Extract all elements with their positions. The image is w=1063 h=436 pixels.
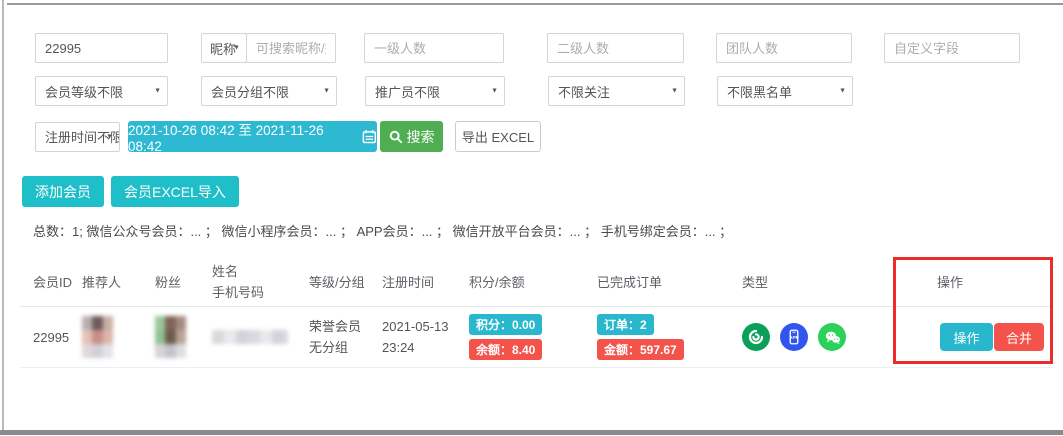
cell-referrer bbox=[82, 316, 155, 358]
export-excel-button[interactable]: 导出 EXCEL bbox=[455, 121, 541, 152]
nickname-search-input[interactable] bbox=[246, 33, 336, 63]
member-count-summary: 总数：1; 微信公众号会员：... ； 微信小程序会员：... ； APP会员：… bbox=[33, 221, 732, 240]
nickname-type-select[interactable]: 昵称 ▼ bbox=[201, 33, 247, 63]
date-range-value: 2021-10-26 08:42 至 2021-11-26 08:42 bbox=[128, 119, 356, 154]
cell-points-balance: 积分：0.00 余额：8.40 bbox=[469, 314, 597, 360]
referrer-avatar[interactable] bbox=[82, 316, 113, 358]
add-member-button[interactable]: 添加会员 bbox=[22, 176, 104, 207]
header-points-balance: 积分/余额 bbox=[469, 272, 597, 291]
team-count-input[interactable] bbox=[716, 33, 852, 63]
operation-button[interactable]: 操作 bbox=[940, 323, 993, 351]
promoter-value: 推广员不限 bbox=[375, 82, 440, 101]
member-level-select[interactable]: 会员等级不限 ▼ bbox=[35, 76, 168, 106]
search-button[interactable]: 搜索 bbox=[380, 121, 443, 152]
blacklist-value: 不限黑名单 bbox=[727, 82, 792, 101]
chevron-down-icon: ▼ bbox=[106, 133, 113, 140]
header-referrer: 推荐人 bbox=[82, 272, 155, 291]
chevron-down-icon: ▼ bbox=[233, 45, 240, 52]
level2-count-input[interactable] bbox=[547, 33, 684, 63]
promoter-select[interactable]: 推广员不限 ▼ bbox=[365, 76, 505, 106]
filter-row-1: 昵称 ▼ bbox=[35, 33, 1020, 63]
official-account-icon bbox=[742, 323, 770, 351]
calendar-icon bbox=[362, 129, 377, 144]
member-group-value: 会员分组不限 bbox=[211, 82, 289, 101]
search-button-label: 搜索 bbox=[407, 127, 435, 147]
cell-type: APP bbox=[742, 323, 917, 351]
chevron-down-icon: ▼ bbox=[671, 88, 678, 95]
level1-count-input[interactable] bbox=[364, 33, 504, 63]
orders-badge: 订单：2 bbox=[597, 314, 654, 335]
cell-name-phone bbox=[212, 330, 309, 344]
cell-level-group: 荣誉会员 无分组 bbox=[309, 316, 382, 358]
member-level: 荣誉会员 bbox=[309, 316, 382, 337]
member-id-input[interactable] bbox=[35, 33, 168, 63]
header-phone: 手机号码 bbox=[212, 282, 309, 303]
amount-badge: 金额：597.67 bbox=[597, 339, 684, 360]
register-clock: 23:24 bbox=[382, 337, 469, 358]
header-name: 姓名 bbox=[212, 261, 309, 282]
search-icon bbox=[389, 130, 403, 144]
header-completed-orders: 已完成订单 bbox=[597, 272, 742, 291]
chevron-down-icon: ▼ bbox=[839, 88, 846, 95]
member-admin-page: 昵称 ▼ 会员等级不限 ▼ 会员分组不限 ▼ 推广员不限 ▼ 不限关注 ▼ 不限… bbox=[0, 0, 1063, 436]
filter-row-2: 会员等级不限 ▼ 会员分组不限 ▼ 推广员不限 ▼ 不限关注 ▼ 不限黑名单 ▼ bbox=[35, 76, 853, 106]
svg-text:APP: APP bbox=[789, 335, 799, 340]
follow-select[interactable]: 不限关注 ▼ bbox=[548, 76, 685, 106]
cell-completed-orders: 订单：2 金额：597.67 bbox=[597, 314, 742, 360]
header-level-group: 等级/分组 bbox=[309, 272, 382, 291]
register-date: 2021-05-13 bbox=[382, 316, 469, 337]
header-member-id: 会员ID bbox=[20, 272, 82, 291]
chevron-down-icon: ▼ bbox=[323, 88, 330, 95]
follow-value: 不限关注 bbox=[558, 82, 610, 101]
member-group-select[interactable]: 会员分组不限 ▼ bbox=[201, 76, 337, 106]
cell-fans bbox=[155, 316, 212, 358]
balance-badge: 余额：8.40 bbox=[469, 339, 542, 360]
header-register-time: 注册时间 bbox=[382, 272, 469, 291]
nickname-combo: 昵称 ▼ bbox=[201, 33, 336, 63]
header-name-phone: 姓名 手机号码 bbox=[212, 261, 309, 303]
register-time-select[interactable]: 注册时间不限 ▼ bbox=[35, 122, 120, 152]
filter-row-3: 注册时间不限 ▼ 2021-10-26 08:42 至 2021-11-26 0… bbox=[35, 121, 541, 152]
header-type: 类型 bbox=[742, 272, 917, 291]
points-badge: 积分：0.00 bbox=[469, 314, 542, 335]
header-operation: 操作 bbox=[917, 272, 1053, 291]
cell-register-time: 2021-05-13 23:24 bbox=[382, 316, 469, 358]
blacklist-select[interactable]: 不限黑名单 ▼ bbox=[717, 76, 853, 106]
member-group: 无分组 bbox=[309, 337, 382, 358]
member-table: 会员ID 推荐人 粉丝 姓名 手机号码 等级/分组 注册时间 积分/余额 已完成… bbox=[20, 257, 1053, 368]
member-excel-import-button[interactable]: 会员EXCEL导入 bbox=[111, 176, 239, 207]
app-icon: APP bbox=[780, 323, 808, 351]
cell-operation: 操作 合并 bbox=[917, 323, 1053, 351]
table-row: 22995 荣誉会员 无分组 2021-05-13 23:24 bbox=[20, 307, 1053, 368]
chevron-down-icon: ▼ bbox=[491, 88, 498, 95]
cell-member-id: 22995 bbox=[20, 330, 82, 345]
blurred-name-phone bbox=[212, 330, 288, 344]
chevron-down-icon: ▼ bbox=[154, 88, 161, 95]
window-bottom-border bbox=[0, 430, 1063, 435]
merge-button[interactable]: 合并 bbox=[994, 323, 1044, 351]
custom-field-input[interactable] bbox=[884, 33, 1020, 63]
date-range-picker[interactable]: 2021-10-26 08:42 至 2021-11-26 08:42 bbox=[128, 121, 377, 152]
table-header-row: 会员ID 推荐人 粉丝 姓名 手机号码 等级/分组 注册时间 积分/余额 已完成… bbox=[20, 257, 1053, 307]
toolbar: 添加会员 会员EXCEL导入 bbox=[22, 176, 239, 207]
window-left-border bbox=[2, 0, 4, 431]
window-top-border bbox=[7, 3, 1063, 5]
fan-avatar[interactable] bbox=[155, 316, 186, 358]
wechat-icon bbox=[818, 323, 846, 351]
member-level-value: 会员等级不限 bbox=[45, 82, 123, 101]
header-fans: 粉丝 bbox=[155, 272, 212, 291]
